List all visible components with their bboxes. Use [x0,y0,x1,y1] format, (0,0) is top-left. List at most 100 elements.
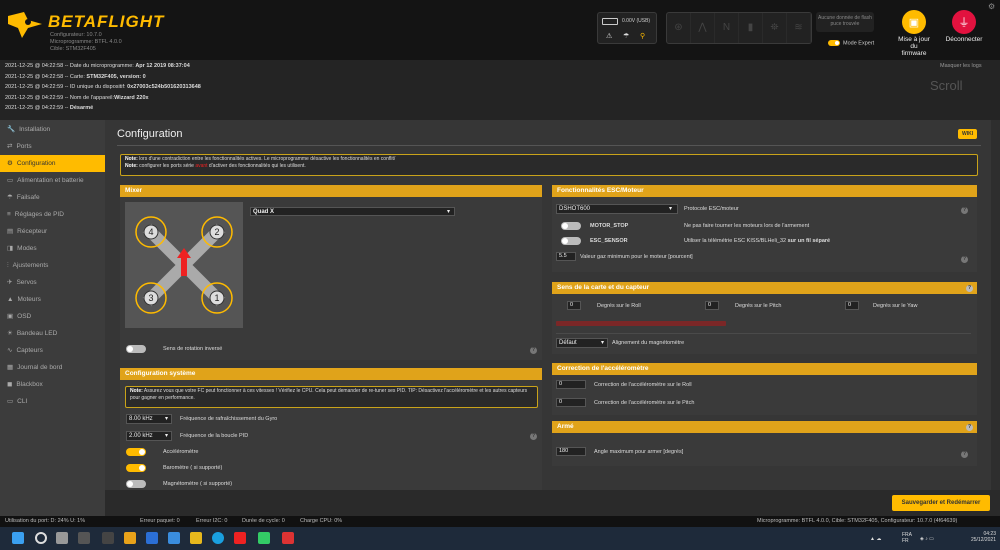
pid-loop-select[interactable]: 2.00 kHz ▾ [126,431,172,441]
scroll-indicator[interactable]: Scroll [930,78,963,93]
battery-icon [602,18,618,25]
sidebar-item-ports[interactable]: ⇄ Ports [0,138,105,155]
app-icon[interactable] [168,532,180,544]
sidebar-item-capteurs[interactable]: ∿ Capteurs [0,342,105,359]
sidebar-item-label: Configuration [16,160,56,167]
esc-sensor-switch[interactable] [561,237,581,245]
help-icon[interactable]: ? [961,207,968,214]
mag-alignment-select[interactable]: Défaut ▾ [556,338,608,348]
gyro-frequency-value: 8.00 kHz [129,416,153,422]
app-icon[interactable] [124,532,136,544]
roll-input[interactable]: 0 [567,301,581,310]
save-reboot-button[interactable]: Sauvegarder et Redémarrer [892,495,990,511]
sidebar-item-modes[interactable]: ◨ Modes [0,240,105,257]
yaw-input[interactable]: 0 [845,301,859,310]
windows-start-icon[interactable] [12,532,24,544]
acc-roll-input[interactable]: 0 [556,380,586,389]
help-icon[interactable]: ? [961,451,968,458]
help-icon[interactable]: ? [530,433,537,440]
motor-stop-label: MOTOR_STOP [590,223,629,229]
acc-pitch-value: 0 [559,399,563,405]
sidebar-item-blackbox[interactable]: ◼ Blackbox [0,376,105,393]
motor-stop-switch[interactable] [561,222,581,230]
note-text: configurer les ports série [137,163,196,169]
help-icon[interactable]: ? [530,347,537,354]
pitch-input[interactable]: 0 [705,301,719,310]
sidebar-item-r-glages-de-pid[interactable]: ≡ Réglages de PID [0,206,105,223]
mag-sensor-icon: N [715,13,739,43]
board-divider [556,333,971,334]
sidebar-item-moteurs[interactable]: ▲ Moteurs [0,291,105,308]
sidebar-item-label: OSD [17,313,32,320]
sidebar-item-servos[interactable]: ✈ Servos [0,274,105,291]
sidebar-item-alimentation-et-batterie[interactable]: ▭ Alimentation et batterie [0,172,105,189]
footer-bar [105,490,1000,516]
app-icon[interactable] [102,532,114,544]
esc-protocol-select[interactable]: DSHOT600 ▾ [556,204,678,214]
help-icon[interactable]: ? [966,285,973,292]
youtube-icon[interactable] [234,532,246,544]
help-icon[interactable]: ? [961,256,968,263]
edge-icon[interactable] [212,532,224,544]
wiki-button[interactable]: WIKI [958,129,978,139]
sidebar-item-journal-de-bord[interactable]: ▦ Journal de bord [0,359,105,376]
arm-angle-input[interactable]: 180 [556,447,586,456]
barometer-label: Baromètre ( si supporté) [163,465,223,471]
clock[interactable]: 04:23 25/12/2021 [962,531,996,543]
log-timestamp: 2021-12-25 @ 04:22:58 -- [5,63,70,69]
betaflight-taskbar-icon[interactable] [282,532,294,544]
acc-trim-title: Correction de l'accéléromètre [552,363,977,375]
wifi-volume-icons[interactable]: ◈ ♪ ▭ [920,536,934,542]
log-value: Wizzard 220x [114,94,149,101]
app-icon[interactable] [78,532,90,544]
modes-icon: ◨ [7,245,14,252]
baro-sensor-icon: ▮ [739,13,763,43]
sidebar-item-label: Modes [17,245,37,252]
settings-gear-icon[interactable]: ⚙ [988,2,995,11]
chip-icon: ▣ [902,10,926,34]
task-view-icon[interactable] [56,532,68,544]
esc-protocol-label: Protocole ESC/moteur [684,206,739,212]
app-icon[interactable] [146,532,158,544]
hide-logs-link[interactable]: Masquer les logs [940,63,982,69]
note-text: Assurez vous que votre FC peut fonctionn… [130,388,528,401]
sidebar-item-label: CLI [17,398,28,405]
sidebar-item-installation[interactable]: 🔧 Installation [0,121,105,138]
pitch-value: 0 [708,302,712,308]
sidebar-item-label: Récepteur [17,228,48,235]
sidebar-item-bandeau-led[interactable]: ☀ Bandeau LED [0,325,105,342]
expert-mode-switch[interactable] [828,40,840,46]
reverse-motor-switch[interactable] [126,345,146,353]
sidebar-item-failsafe[interactable]: ☂ Failsafe [0,189,105,206]
barometer-switch[interactable] [126,464,146,472]
esc-sensor-desc-text: Utiliser la télémétrie ESC KISS/BLHeli_3… [684,238,788,244]
log-value: Apr 12 2019 08:37:04 [135,63,190,69]
dataflash-status: Aucune donnée de flash puce trouvée [816,12,874,32]
acc-pitch-input[interactable]: 0 [556,398,586,407]
magnetometer-switch[interactable] [126,480,146,488]
help-icon[interactable]: ? [966,424,973,431]
disconnect-button[interactable]: ⏚ Déconnecter [942,10,986,43]
app-icon[interactable] [258,532,270,544]
sidebar-item-ajustements[interactable]: ⫶ Ajustements [0,257,105,274]
sidebar-item-cli[interactable]: ▭ CLI [0,393,105,410]
chevron-down-icon: ▾ [164,433,168,439]
failsafe-icon: ☂ [7,194,13,201]
expert-mode-toggle[interactable]: Mode Expert [828,40,874,46]
led-icon: ☀ [7,330,13,337]
battery-icon: ▭ [7,177,14,184]
tray-icons[interactable]: ▲ ☁ [870,536,881,542]
search-icon[interactable] [35,532,47,544]
motor-idle-input[interactable]: 5.5 [556,252,576,261]
accelerometer-switch[interactable] [126,448,146,456]
sidebar-item-osd[interactable]: ▣ OSD [0,308,105,325]
file-explorer-icon[interactable] [190,532,202,544]
update-firmware-button[interactable]: ▣ Mise à jour du firmware [898,10,930,57]
mixer-type-select[interactable]: Quad X ▾ [250,207,455,216]
link-icon: ⚲ [640,33,646,40]
sidebar-item-r-cepteur[interactable]: ▤ Récepteur [0,223,105,240]
language-indicator[interactable]: FRA FR [902,532,912,544]
sidebar-item-configuration[interactable]: ⚙ Configuration [0,155,105,172]
gyro-frequency-select[interactable]: 8.00 kHz ▾ [126,414,172,424]
adjustments-icon: ⫶ [7,262,9,269]
